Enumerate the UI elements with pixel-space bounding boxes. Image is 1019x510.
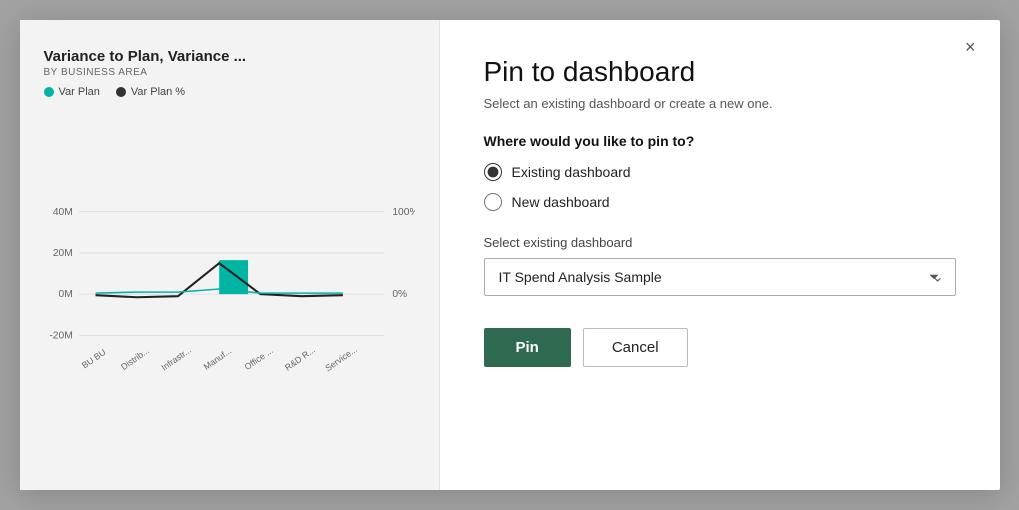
svg-text:Manuf...: Manuf... bbox=[201, 346, 233, 372]
pin-button[interactable]: Pin bbox=[484, 328, 571, 367]
svg-text:40M: 40M bbox=[52, 207, 72, 218]
dashboard-select[interactable]: IT Spend Analysis Sample bbox=[484, 258, 956, 296]
pin-form-panel: × Pin to dashboard Select an existing da… bbox=[440, 20, 1000, 490]
svg-text:Office ...: Office ... bbox=[242, 345, 274, 372]
svg-text:-20M: -20M bbox=[49, 330, 72, 341]
radio-existing-input[interactable] bbox=[484, 163, 502, 181]
svg-text:0%: 0% bbox=[392, 289, 407, 300]
pin-dialog: Variance to Plan, Variance ... BY BUSINE… bbox=[20, 20, 1000, 490]
chart-title: Variance to Plan, Variance ... bbox=[44, 48, 415, 65]
pin-subtitle: Select an existing dashboard or create a… bbox=[484, 96, 956, 111]
chart-svg: 40M 20M 0M -20M 100% 0% bbox=[44, 112, 415, 466]
where-label: Where would you like to pin to? bbox=[484, 133, 956, 149]
svg-text:Infrastr...: Infrastr... bbox=[159, 345, 193, 373]
svg-text:20M: 20M bbox=[52, 248, 72, 259]
legend-dot-var-plan bbox=[44, 87, 54, 97]
svg-text:Distrib...: Distrib... bbox=[119, 345, 151, 372]
chart-legend: Var Plan Var Plan % bbox=[44, 86, 415, 98]
radio-new-label: New dashboard bbox=[512, 194, 610, 210]
legend-dot-var-plan-pct bbox=[116, 87, 126, 97]
radio-existing[interactable]: Existing dashboard bbox=[484, 163, 956, 181]
action-buttons: Pin Cancel bbox=[484, 328, 956, 367]
close-button[interactable]: × bbox=[959, 34, 982, 60]
dropdown-label: Select existing dashboard bbox=[484, 235, 956, 250]
dialog-overlay: Variance to Plan, Variance ... BY BUSINE… bbox=[0, 0, 1019, 510]
select-wrapper: IT Spend Analysis Sample ⌄ bbox=[484, 258, 956, 296]
svg-text:Service...: Service... bbox=[323, 344, 359, 373]
chart-subtitle: BY BUSINESS AREA bbox=[44, 67, 415, 78]
legend-item-var-plan-pct: Var Plan % bbox=[116, 86, 185, 98]
svg-text:0M: 0M bbox=[58, 289, 72, 300]
radio-group: Existing dashboard New dashboard bbox=[484, 163, 956, 211]
chart-area: 40M 20M 0M -20M 100% 0% bbox=[44, 112, 415, 466]
svg-text:100%: 100% bbox=[392, 207, 415, 218]
legend-label-var-plan-pct: Var Plan % bbox=[131, 86, 185, 98]
chart-preview-panel: Variance to Plan, Variance ... BY BUSINE… bbox=[20, 20, 440, 490]
radio-new-input[interactable] bbox=[484, 193, 502, 211]
radio-new[interactable]: New dashboard bbox=[484, 193, 956, 211]
radio-existing-label: Existing dashboard bbox=[512, 164, 631, 180]
svg-text:R&D R...: R&D R... bbox=[282, 345, 316, 373]
legend-label-var-plan: Var Plan bbox=[59, 86, 100, 98]
cancel-button[interactable]: Cancel bbox=[583, 328, 688, 367]
pin-title: Pin to dashboard bbox=[484, 56, 956, 88]
legend-item-var-plan: Var Plan bbox=[44, 86, 100, 98]
svg-text:BU BU: BU BU bbox=[79, 347, 107, 371]
